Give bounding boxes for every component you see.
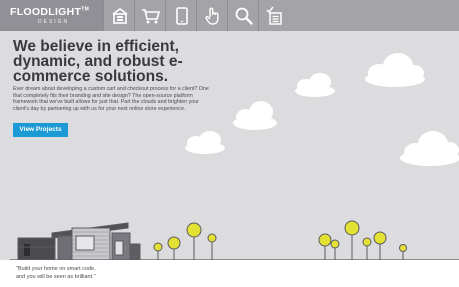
cloud bbox=[365, 53, 425, 87]
tree bbox=[167, 236, 181, 260]
tree bbox=[186, 222, 202, 260]
tree bbox=[344, 220, 360, 260]
tree bbox=[330, 239, 340, 260]
modern-house bbox=[10, 222, 150, 261]
hero-description: Ever dream about developing a custom car… bbox=[13, 86, 209, 112]
tree bbox=[373, 231, 387, 260]
hero-title: We believe in efficient, dynamic, and ro… bbox=[13, 38, 183, 85]
tree bbox=[153, 242, 163, 260]
quote-line-2: and you will be seen as brilliant." bbox=[16, 274, 96, 280]
cloud bbox=[295, 73, 335, 97]
tree bbox=[207, 233, 217, 260]
tree bbox=[399, 244, 407, 260]
tree bbox=[318, 233, 332, 260]
cloud bbox=[233, 101, 277, 130]
tree bbox=[362, 237, 372, 260]
cloud bbox=[185, 131, 225, 154]
cloud bbox=[400, 131, 459, 166]
quote-line-1: "Build your home on smart code, bbox=[16, 266, 96, 272]
footer-quote: "Build your home on smart code, and you … bbox=[16, 265, 196, 281]
view-projects-button[interactable]: View Projects bbox=[13, 123, 68, 137]
